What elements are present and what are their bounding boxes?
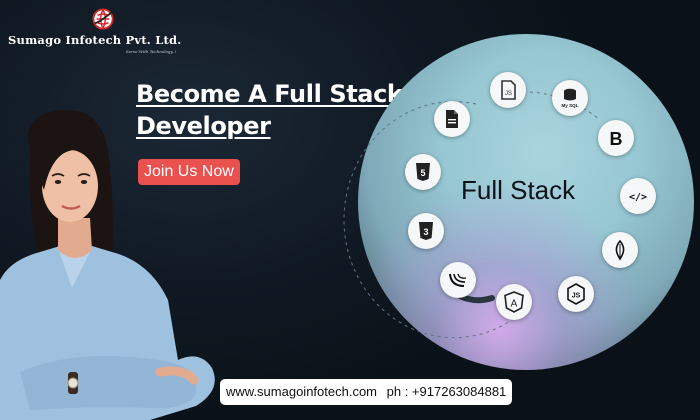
headline-line-1[interactable]: Become A Full Stack <box>136 78 403 110</box>
javascript-icon[interactable]: JS <box>490 72 526 108</box>
document-icon[interactable] <box>434 101 470 137</box>
html5-icon[interactable]: 5 <box>405 154 441 190</box>
bootstrap-label: B <box>610 129 623 149</box>
angular-icon[interactable]: A <box>496 284 532 320</box>
circle-title: Full Stack <box>461 175 576 205</box>
nodejs-icon[interactable]: JS <box>558 276 594 312</box>
company-logo[interactable]: Sumago Infotech Pvt. Ltd. Serve With Tec… <box>8 6 198 54</box>
banner: Sumago Infotech Pvt. Ltd. Serve With Tec… <box>0 0 700 420</box>
company-name: Sumago Infotech Pvt. Ltd. <box>8 33 182 47</box>
mysql-icon[interactable]: My SQL <box>552 80 588 116</box>
woman-portrait <box>0 110 215 420</box>
company-tagline: Serve With Technology..! <box>126 49 177 54</box>
angular-label: A <box>511 299 518 310</box>
website-link[interactable]: www.sumagoinfotech.com <box>226 384 377 399</box>
code-icon[interactable]: </> <box>620 178 656 214</box>
mongodb-icon[interactable] <box>602 232 638 268</box>
contact-bar: www.sumagoinfotech.com ph : +91726308488… <box>220 379 513 405</box>
javascript-label: JS <box>505 91 512 97</box>
globe-logo-icon <box>92 8 114 30</box>
phone-number[interactable]: ph : +917263084881 <box>387 384 507 399</box>
css3-label: 3 <box>423 227 428 237</box>
jquery-icon[interactable] <box>440 262 476 298</box>
mysql-label: My SQL <box>561 103 578 108</box>
bootstrap-icon[interactable]: B <box>598 120 634 156</box>
nodejs-label: JS <box>572 293 581 300</box>
code-label: </> <box>629 192 647 203</box>
css3-icon[interactable]: 3 <box>408 213 444 249</box>
html5-label: 5 <box>420 168 425 178</box>
